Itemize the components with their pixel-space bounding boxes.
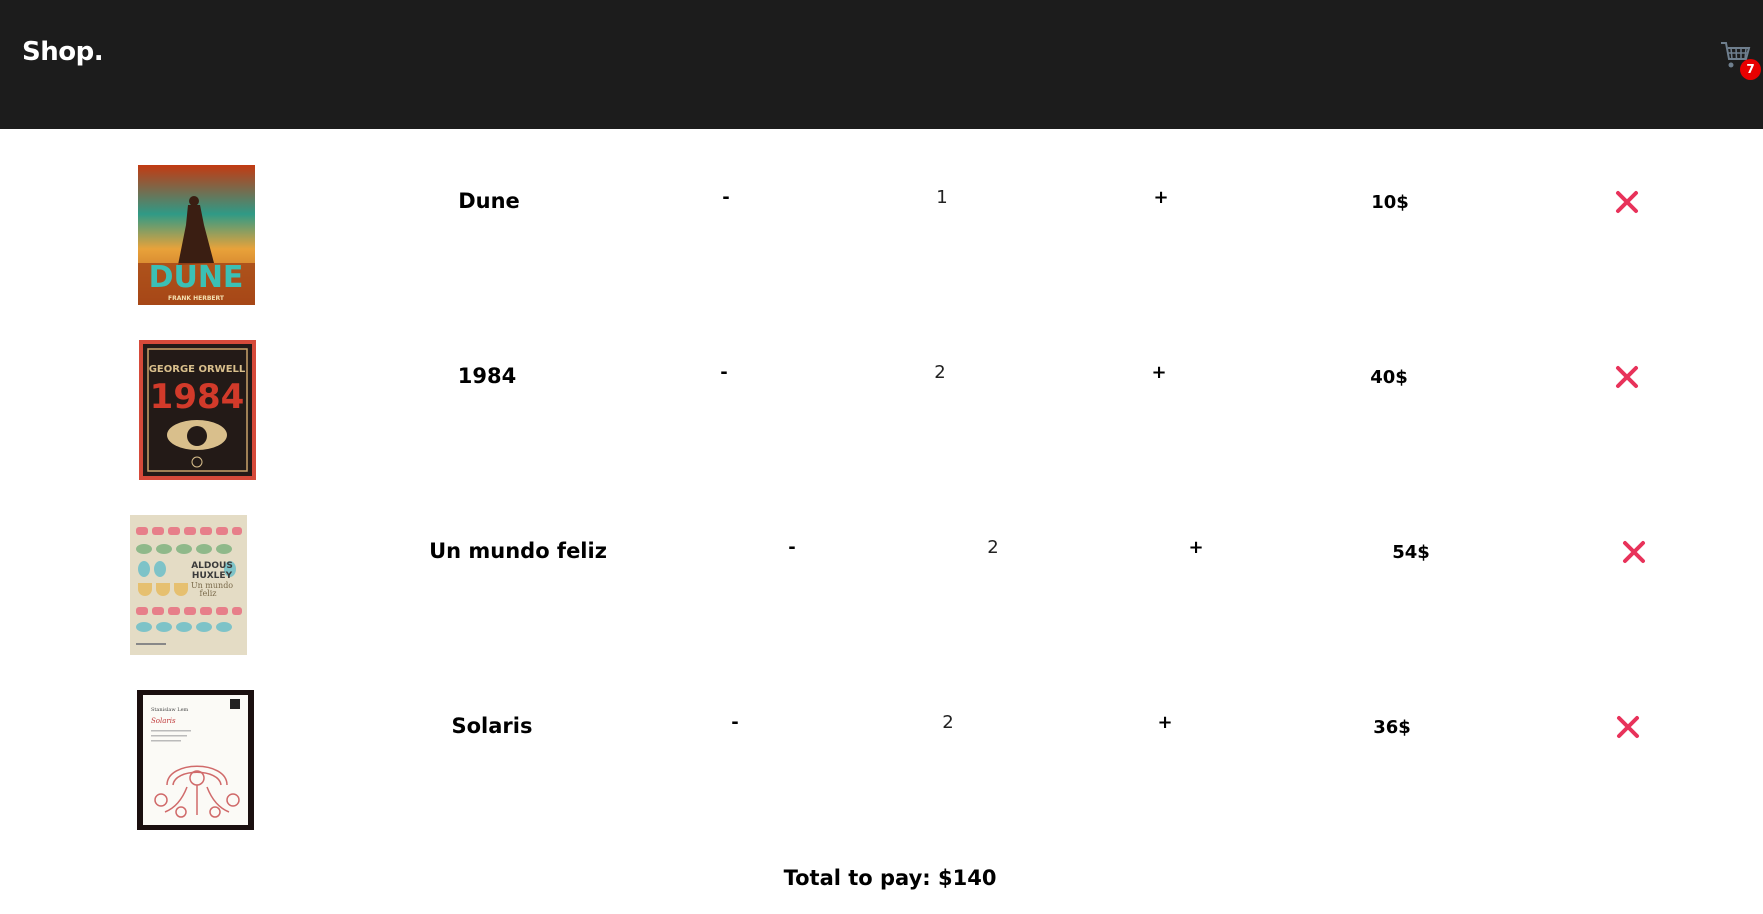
item-price: 36$ bbox=[1373, 717, 1411, 738]
svg-text:HUXLEY: HUXLEY bbox=[192, 571, 233, 581]
item-title: Dune bbox=[458, 189, 520, 213]
cart-item-row: ALDOUS HUXLEY Un mundo feliz Un mundo fe… bbox=[0, 515, 1763, 655]
remove-item-button[interactable] bbox=[1614, 189, 1640, 219]
quantity-value: 2 bbox=[942, 712, 954, 733]
svg-text:feliz: feliz bbox=[199, 589, 216, 598]
item-price: 10$ bbox=[1371, 192, 1409, 213]
svg-text:Solaris: Solaris bbox=[151, 717, 176, 725]
increment-button[interactable]: + bbox=[1188, 537, 1203, 558]
increment-button[interactable]: + bbox=[1151, 362, 1166, 383]
increment-button[interactable]: + bbox=[1157, 712, 1172, 733]
decrement-button[interactable]: - bbox=[722, 187, 729, 208]
item-price: 54$ bbox=[1392, 542, 1430, 563]
book-cover-image: Stanislaw Lem Solaris bbox=[137, 690, 254, 830]
quantity-value: 1 bbox=[936, 187, 948, 208]
cart-button[interactable]: 7 bbox=[1720, 40, 1761, 84]
svg-text:ALDOUS: ALDOUS bbox=[191, 561, 233, 571]
decrement-button[interactable]: - bbox=[788, 537, 795, 558]
book-cover-image: ALDOUS HUXLEY Un mundo feliz bbox=[130, 515, 247, 655]
svg-text:FRANK HERBERT: FRANK HERBERT bbox=[168, 295, 225, 302]
cart-item-row: GEORGE ORWELL 1984 1984 - 2 + 40$ bbox=[0, 340, 1763, 480]
remove-item-button[interactable] bbox=[1621, 539, 1647, 569]
cart-count-badge: 7 bbox=[1740, 59, 1761, 80]
svg-text:Stanislaw Lem: Stanislaw Lem bbox=[151, 707, 189, 713]
close-x-icon bbox=[1617, 716, 1639, 738]
increment-button[interactable]: + bbox=[1153, 187, 1168, 208]
cart-item-row: Stanislaw Lem Solaris Solaris - 2 + 36$ bbox=[0, 690, 1763, 830]
brand-logo[interactable]: Shop. bbox=[22, 37, 104, 67]
quantity-value: 2 bbox=[934, 362, 946, 383]
item-title: Un mundo feliz bbox=[429, 539, 607, 563]
book-cover-image: DUNE FRANK HERBERT bbox=[138, 165, 255, 305]
total-label: Total to pay: bbox=[783, 866, 931, 890]
decrement-button[interactable]: - bbox=[720, 362, 727, 383]
remove-item-button[interactable] bbox=[1614, 364, 1640, 394]
item-price: 40$ bbox=[1370, 367, 1408, 388]
total-value: $140 bbox=[937, 866, 997, 890]
decrement-button[interactable]: - bbox=[731, 712, 738, 733]
svg-text:GEORGE ORWELL: GEORGE ORWELL bbox=[149, 364, 246, 375]
close-x-icon bbox=[1623, 541, 1645, 563]
total-to-pay: Total to pay: $140 bbox=[784, 866, 997, 890]
close-x-icon bbox=[1616, 366, 1638, 388]
close-x-icon bbox=[1616, 191, 1638, 213]
svg-text:1984: 1984 bbox=[150, 377, 245, 417]
item-title: 1984 bbox=[457, 364, 517, 388]
navbar: Shop. 7 bbox=[0, 0, 1763, 129]
remove-item-button[interactable] bbox=[1615, 714, 1641, 744]
book-cover-image: GEORGE ORWELL 1984 bbox=[139, 340, 256, 480]
cart-item-row: DUNE FRANK HERBERT Dune - 1 + 10$ bbox=[0, 165, 1763, 305]
item-title: Solaris bbox=[451, 714, 533, 738]
quantity-value: 2 bbox=[987, 537, 999, 558]
svg-text:DUNE: DUNE bbox=[149, 260, 244, 295]
